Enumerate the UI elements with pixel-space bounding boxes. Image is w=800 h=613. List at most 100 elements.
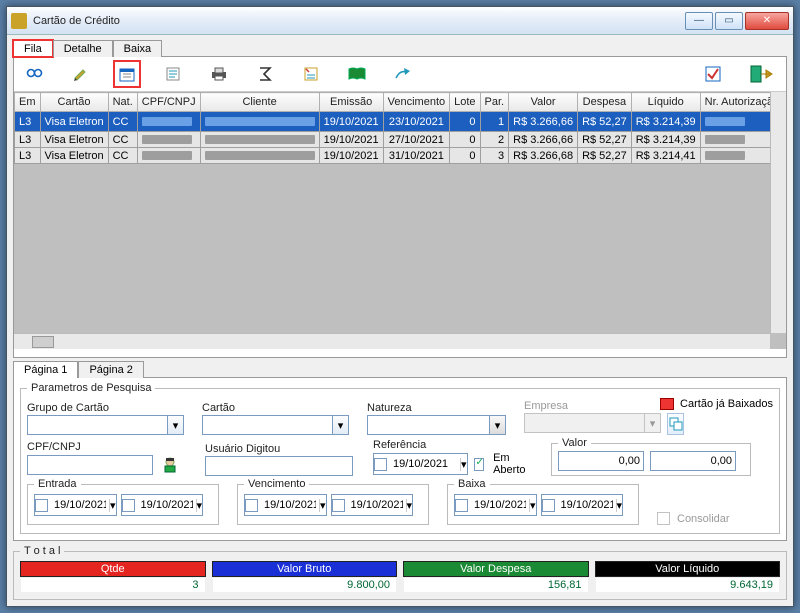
entrada-to-date[interactable] <box>138 495 196 515</box>
chevron-down-icon[interactable]: ▾ <box>319 499 326 512</box>
form-icon[interactable] <box>162 63 184 85</box>
cell <box>200 148 319 164</box>
usuario-input[interactable] <box>205 456 353 476</box>
notes-icon[interactable] <box>300 63 322 85</box>
search-panel: Parametros de Pesquisa Cartão já Baixado… <box>13 377 787 541</box>
tab-pagina-1[interactable]: Página 1 <box>13 361 78 378</box>
cell: Visa Eletron <box>40 148 108 164</box>
export-icon[interactable] <box>392 63 414 85</box>
baixa-to-date[interactable] <box>558 495 616 515</box>
total-despesa-value: 156,81 <box>403 577 589 593</box>
venc-to-date[interactable] <box>348 495 406 515</box>
baixa-to-checkbox[interactable] <box>542 499 555 512</box>
chevron-down-icon[interactable]: ▾ <box>109 499 116 512</box>
venc-from-date[interactable] <box>261 495 319 515</box>
data-table[interactable]: EmCartãoNat.CPF/CNPJClienteEmissãoVencim… <box>14 92 786 164</box>
referencia-checkbox[interactable] <box>374 458 387 471</box>
book-icon[interactable] <box>346 63 368 85</box>
baixa-from-checkbox[interactable] <box>455 499 468 512</box>
entrada-to-checkbox[interactable] <box>122 499 135 512</box>
sum-icon[interactable] <box>254 63 276 85</box>
valor-max-input[interactable] <box>650 451 736 471</box>
calendar-icon[interactable] <box>116 63 138 85</box>
column-header[interactable]: CPF/CNPJ <box>137 93 200 112</box>
table-row[interactable]: L3Visa EletronCC19/10/202123/10/202101R$… <box>15 112 787 132</box>
column-header[interactable]: Líquido <box>631 93 700 112</box>
empresa-lookup-button[interactable] <box>667 413 684 435</box>
cell: 3 <box>480 148 509 164</box>
totals-panel: T o t a l Qtde3 Valor Bruto9.800,00 Valo… <box>13 545 787 600</box>
search-icon[interactable] <box>24 63 46 85</box>
grid[interactable]: EmCartãoNat.CPF/CNPJClienteEmissãoVencim… <box>14 91 786 349</box>
label-cpf: CPF/CNPJ <box>27 441 187 453</box>
consolidar-checkbox <box>657 512 670 525</box>
chevron-down-icon[interactable]: ▾ <box>460 458 467 471</box>
natureza-select[interactable] <box>367 415 489 435</box>
grupo-cartao-select[interactable] <box>27 415 167 435</box>
column-header[interactable]: Valor <box>509 93 578 112</box>
total-despesa-header: Valor Despesa <box>403 561 589 577</box>
emaberto-checkbox[interactable] <box>474 458 485 471</box>
cpf-input[interactable] <box>27 455 153 475</box>
cell: Visa Eletron <box>40 112 108 132</box>
tab-baixa[interactable]: Baixa <box>113 40 163 57</box>
label-valor: Valor <box>558 437 591 449</box>
cell <box>200 112 319 132</box>
search-legend: Parametros de Pesquisa <box>27 382 155 394</box>
referencia-date[interactable] <box>390 454 460 474</box>
vertical-scrollbar[interactable] <box>770 92 786 333</box>
horizontal-scrollbar[interactable] <box>14 333 770 349</box>
cartao-select[interactable] <box>202 415 332 435</box>
label-baixa-grp: Baixa <box>454 478 490 490</box>
person-icon[interactable] <box>159 454 181 476</box>
exit-icon[interactable] <box>748 63 776 85</box>
total-qtde-value: 3 <box>20 577 206 593</box>
column-header[interactable]: Par. <box>480 93 509 112</box>
column-header[interactable]: Despesa <box>578 93 632 112</box>
total-bruto-value: 9.800,00 <box>212 577 398 593</box>
close-button[interactable]: ✕ <box>745 12 789 30</box>
maximize-button[interactable]: ▭ <box>715 12 743 30</box>
cell: R$ 52,27 <box>578 112 632 132</box>
chevron-down-icon[interactable]: ▾ <box>332 415 349 435</box>
label-natureza: Natureza <box>367 402 506 414</box>
chevron-down-icon[interactable]: ▾ <box>196 499 203 512</box>
cell: L3 <box>15 112 41 132</box>
check-icon[interactable] <box>702 63 724 85</box>
chevron-down-icon[interactable]: ▾ <box>489 415 506 435</box>
cell: R$ 52,27 <box>578 132 632 148</box>
tab-fila[interactable]: Fila <box>13 40 53 57</box>
table-row[interactable]: L3Visa EletronCC19/10/202127/10/202102R$… <box>15 132 787 148</box>
column-header[interactable]: Cliente <box>200 93 319 112</box>
cell: R$ 3.214,41 <box>631 148 700 164</box>
cell: L3 <box>15 132 41 148</box>
column-header[interactable]: Lote <box>450 93 480 112</box>
column-header[interactable]: Nat. <box>108 93 137 112</box>
tab-pagina-2[interactable]: Página 2 <box>78 361 143 378</box>
table-row[interactable]: L3Visa EletronCC19/10/202131/10/202103R$… <box>15 148 787 164</box>
edit-icon[interactable] <box>70 63 92 85</box>
cell: R$ 52,27 <box>578 148 632 164</box>
chevron-down-icon[interactable]: ▾ <box>406 499 413 512</box>
chevron-down-icon[interactable]: ▾ <box>529 499 536 512</box>
minimize-button[interactable]: — <box>685 12 713 30</box>
cell: 0 <box>450 132 480 148</box>
chevron-down-icon[interactable]: ▾ <box>167 415 184 435</box>
total-bruto-header: Valor Bruto <box>212 561 398 577</box>
venc-from-checkbox[interactable] <box>245 499 258 512</box>
column-header[interactable]: Vencimento <box>383 93 449 112</box>
print-icon[interactable] <box>208 63 230 85</box>
entrada-from-date[interactable] <box>51 495 109 515</box>
baixa-from-date[interactable] <box>471 495 529 515</box>
entrada-from-checkbox[interactable] <box>35 499 48 512</box>
tab-detalhe[interactable]: Detalhe <box>53 40 113 57</box>
column-header[interactable]: Cartão <box>40 93 108 112</box>
valor-min-input[interactable] <box>558 451 644 471</box>
cell <box>137 112 200 132</box>
column-header[interactable]: Emissão <box>319 93 383 112</box>
column-header[interactable]: Em <box>15 93 41 112</box>
chevron-down-icon[interactable]: ▾ <box>616 499 623 512</box>
cell: R$ 3.214,39 <box>631 132 700 148</box>
cell: 19/10/2021 <box>319 148 383 164</box>
venc-to-checkbox[interactable] <box>332 499 345 512</box>
